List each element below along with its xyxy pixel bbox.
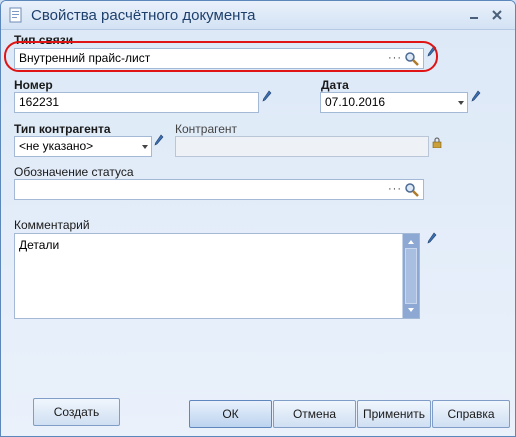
date-label: Дата	[321, 78, 349, 92]
minimize-icon[interactable]	[467, 8, 481, 22]
comment-textarea[interactable]: Детали	[14, 233, 420, 319]
dropdown-arrow-icon[interactable]	[142, 145, 148, 149]
cancel-button[interactable]: Отмена	[273, 400, 356, 428]
scroll-thumb[interactable]	[405, 248, 417, 304]
comment-label: Комментарий	[14, 218, 90, 232]
counterparty-type-value: <не указано>	[19, 139, 94, 153]
scroll-down-icon[interactable]	[408, 308, 414, 312]
number-input[interactable]: 162231	[14, 92, 259, 113]
counterparty-type-label: Тип контрагента	[14, 122, 111, 136]
pencil-icon[interactable]	[262, 90, 272, 102]
ellipsis-button[interactable]: ···	[388, 183, 402, 195]
window-title: Свойства расчётного документа	[31, 7, 256, 24]
comment-value: Детали	[19, 238, 60, 252]
pencil-icon[interactable]	[427, 232, 437, 244]
status-designation-field[interactable]: ···	[14, 179, 424, 200]
ok-button[interactable]: ОК	[189, 400, 272, 428]
counterparty-field	[175, 136, 429, 157]
dropdown-arrow-icon[interactable]	[458, 101, 464, 105]
pencil-icon[interactable]	[154, 134, 164, 146]
title-bar[interactable]: Свойства расчётного документа	[1, 1, 515, 30]
highlight-ring	[4, 41, 438, 72]
counterparty-label: Контрагент	[175, 122, 238, 136]
number-label: Номер	[14, 78, 53, 92]
scroll-up-icon[interactable]	[408, 240, 414, 244]
pencil-icon[interactable]	[471, 90, 481, 102]
date-picker[interactable]: 07.10.2016	[320, 92, 468, 113]
lock-icon	[432, 137, 442, 148]
create-button[interactable]: Создать	[33, 398, 120, 426]
app-icon	[9, 7, 22, 23]
apply-button[interactable]: Применить	[357, 400, 431, 428]
date-value: 07.10.2016	[325, 95, 386, 109]
comment-scrollbar[interactable]	[402, 234, 419, 318]
search-icon[interactable]	[404, 182, 420, 198]
status-designation-label: Обозначение статуса	[14, 165, 134, 179]
counterparty-type-select[interactable]: <не указано>	[14, 136, 152, 157]
close-icon[interactable]	[490, 8, 504, 22]
help-button[interactable]: Справка	[432, 400, 510, 428]
